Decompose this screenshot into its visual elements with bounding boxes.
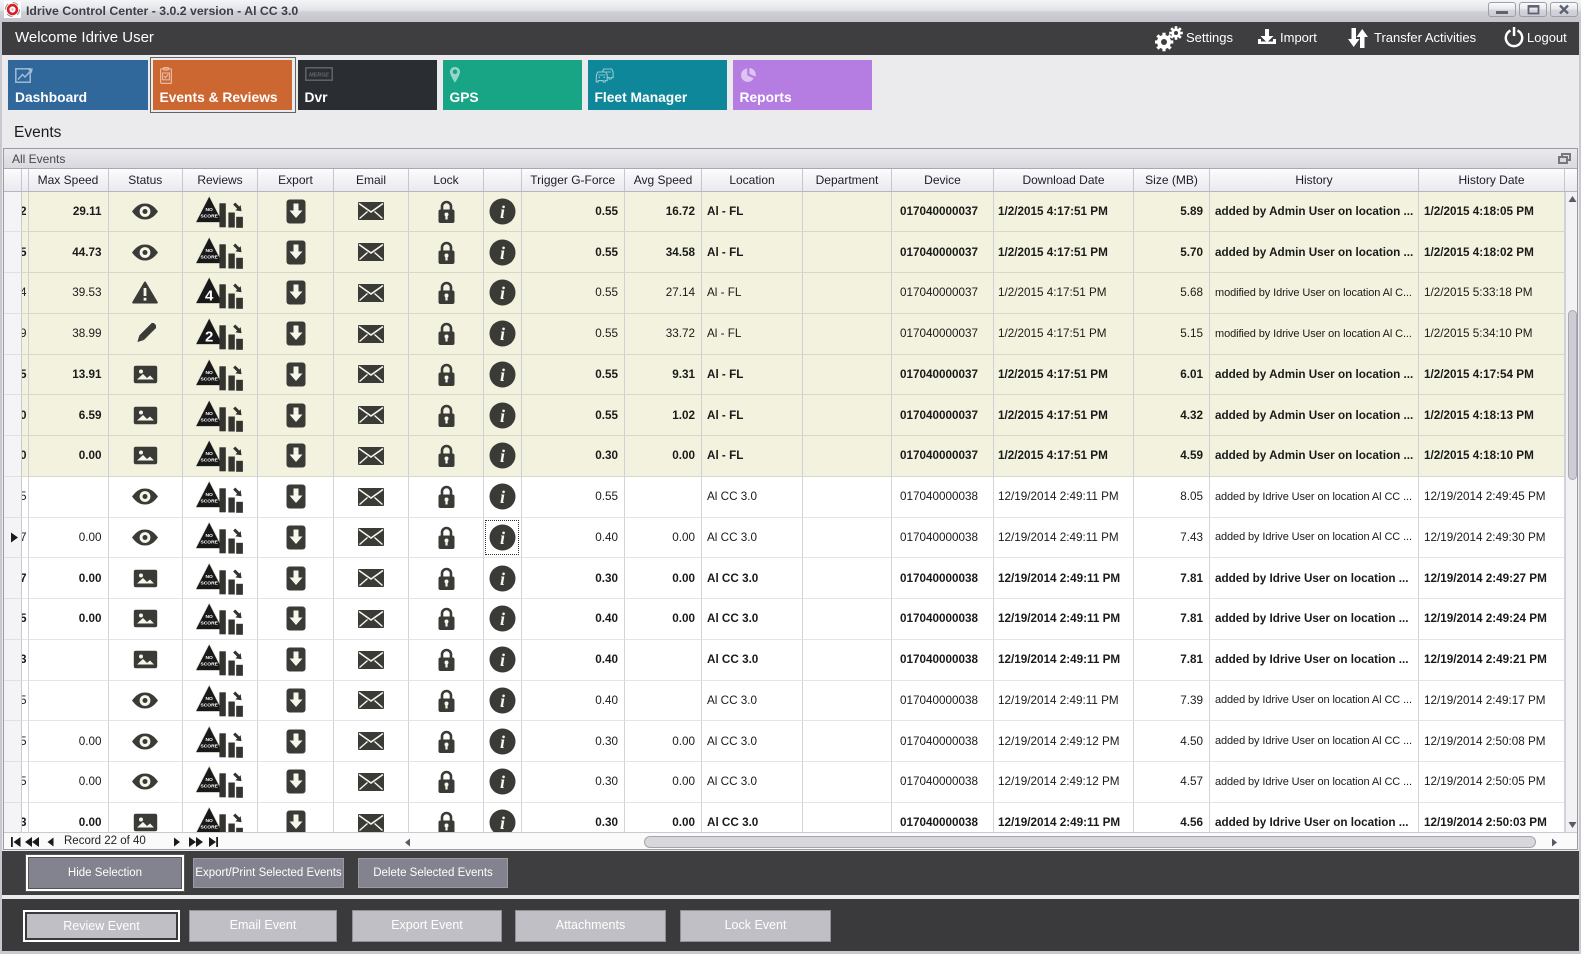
svg-text:SCORE: SCORE: [200, 580, 218, 586]
svg-text:NO: NO: [206, 533, 214, 539]
svg-text:i: i: [500, 446, 505, 466]
svg-text:NO: NO: [206, 451, 214, 457]
svg-text:NO: NO: [206, 573, 214, 579]
svg-text:NO: NO: [206, 696, 214, 702]
svg-text:SCORE: SCORE: [200, 743, 218, 749]
svg-text:NO: NO: [206, 370, 214, 376]
svg-text:SCORE: SCORE: [200, 662, 218, 668]
svg-text:i: i: [500, 365, 505, 385]
svg-text:i: i: [500, 772, 505, 792]
svg-text:i: i: [500, 732, 505, 752]
svg-text:SCORE: SCORE: [200, 499, 218, 505]
svg-text:i: i: [500, 487, 505, 507]
svg-text:NO: NO: [206, 818, 214, 824]
svg-text:NO: NO: [206, 410, 214, 416]
svg-text:i: i: [500, 650, 505, 670]
svg-text:i: i: [500, 324, 505, 344]
svg-text:i: i: [500, 406, 505, 426]
svg-text:i: i: [500, 813, 505, 832]
svg-text:NO: NO: [206, 492, 214, 498]
svg-text:NO: NO: [206, 655, 214, 661]
svg-text:i: i: [500, 283, 505, 303]
svg-text:SCORE: SCORE: [200, 702, 218, 708]
svg-text:NO: NO: [206, 207, 214, 213]
svg-text:4: 4: [205, 288, 214, 305]
svg-text:NO: NO: [206, 247, 214, 253]
svg-text:SCORE: SCORE: [200, 376, 218, 382]
svg-text:SCORE: SCORE: [200, 539, 218, 545]
svg-text:SCORE: SCORE: [200, 417, 218, 423]
svg-text:i: i: [500, 691, 505, 711]
svg-text:SCORE: SCORE: [200, 784, 218, 790]
svg-text:i: i: [500, 243, 505, 263]
svg-text:NO: NO: [206, 736, 214, 742]
svg-text:SCORE: SCORE: [200, 825, 218, 831]
svg-text:MERGE: MERGE: [309, 72, 329, 78]
svg-text:NO: NO: [206, 614, 214, 620]
svg-text:SCORE: SCORE: [200, 621, 218, 627]
svg-text:2: 2: [205, 329, 213, 346]
svg-text:i: i: [500, 609, 505, 629]
svg-text:NO: NO: [206, 777, 214, 783]
svg-text:i: i: [500, 569, 505, 589]
svg-text:SCORE: SCORE: [200, 213, 218, 219]
svg-text:i: i: [500, 202, 505, 222]
svg-text:SCORE: SCORE: [200, 254, 218, 260]
svg-text:SCORE: SCORE: [200, 458, 218, 464]
